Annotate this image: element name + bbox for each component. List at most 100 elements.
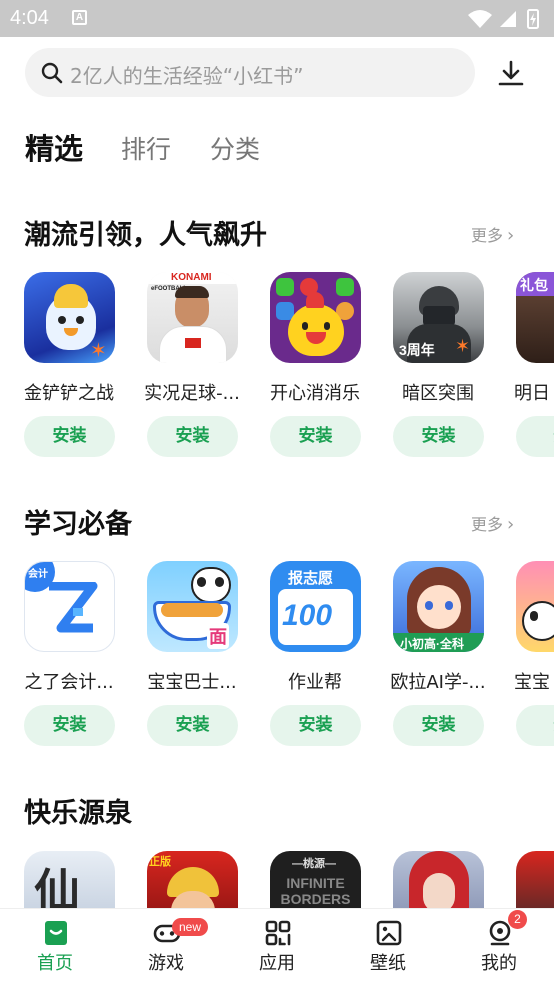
app-card[interactable]: 小初高·全科 欧拉AI学-... 安装 [390,561,503,751]
app-card[interactable]: KONAMI eFOOTBALL 实况足球-... 安装 [144,272,257,462]
install-button[interactable]: 安装 [147,705,238,746]
penguin-game-icon: ✶ [24,272,115,363]
notification-icon: A [72,10,87,25]
nav-profile[interactable]: 我的 [459,909,539,985]
partial-game-icon: 礼包 [516,272,554,363]
nav-home[interactable]: 首页 [15,909,95,985]
icon-text: 正版 [149,856,171,868]
section-title-fun: 快乐源泉 [24,798,132,829]
install-button[interactable]: 安 [516,416,554,457]
search-icon [41,62,63,84]
chick-puzzle-icon [270,272,361,363]
icon-text: 3周年 [399,342,435,358]
search-bar[interactable]: 2亿人的生活经验“小红书” [25,48,475,97]
app-name: 宝宝 [514,672,550,693]
nav-label: 我的 [481,953,517,974]
install-button[interactable]: 安装 [270,705,361,746]
section-title-study: 学习必备 [24,509,132,540]
panda-noodles-icon: 面 [147,561,238,652]
icon-text: 报志愿 [288,570,334,587]
more-link-study[interactable]: 更多 › [471,511,514,535]
icon-text: 仙 [34,865,80,908]
app-card[interactable]: 开心消消乐 安装 [270,272,380,462]
nav-label: 首页 [37,953,73,974]
app-row-fun: 仙 正版 —桃源— INFINITE BORDERS [0,851,554,908]
signal-icon [500,11,516,27]
app-card[interactable]: 3周年 ✶ 暗区突围 安装 [393,272,503,462]
icon-text: 面 [207,623,229,649]
app-name: 宝宝巴士... [147,672,237,693]
homework-100-icon: 报志愿 100 [270,561,361,652]
nav-label: 应用 [259,953,295,974]
red-hood-icon [393,851,484,908]
tab-ranking[interactable]: 排行 [121,130,171,166]
icon-text: 会计 [28,569,48,580]
app-card[interactable] [393,851,503,908]
install-button[interactable]: 安装 [270,416,361,457]
xian-game-icon: 仙 [24,851,115,908]
pirate-anime-icon: 正版 [147,851,238,908]
status-icons [468,9,539,29]
app-name: 作业帮 [288,672,342,693]
home-icon [45,921,67,945]
apps-grid-icon [265,920,291,946]
app-card[interactable]: ✶ 金铲铲之战 安装 [24,272,134,462]
app-name: 金铲铲之战 [24,383,114,404]
app-card[interactable]: 会计 之了会计... 安装 [24,561,134,751]
search-placeholder: 2亿人的生活经验“小红书” [70,64,304,88]
app-card[interactable]: 礼包 明日 安 [514,272,554,462]
install-button[interactable]: 安装 [24,705,115,746]
install-button[interactable]: 安装 [393,416,484,457]
app-card[interactable]: —桃源— INFINITE BORDERS [270,851,380,908]
status-time: 4:04 [10,7,49,29]
icon-text: —桃源— [292,858,336,870]
app-card[interactable]: 正版 [147,851,257,908]
app-name: 明日 [514,383,550,404]
more-label: 更多 [471,515,504,534]
racing-icon [516,851,554,908]
app-card[interactable]: 报志愿 100 作业帮 安装 [270,561,380,751]
app-card[interactable] [516,851,554,908]
nav-wallpaper[interactable]: 壁纸 [348,909,428,985]
wifi-icon [468,10,492,28]
install-button[interactable]: 安装 [393,705,484,746]
icon-text: INFINITE BORDERS [280,875,351,907]
app-card[interactable]: 面 宝宝巴士... 安装 [147,561,257,751]
icon-text: KONAMI [171,272,212,283]
app-card[interactable]: 宝宝 安 [514,561,554,751]
install-button[interactable]: 安 [516,705,554,746]
panda-kids-icon [516,561,554,652]
app-name: 欧拉AI学-... [390,672,486,693]
zhile-z-icon: 会计 [24,561,115,652]
soldier-icon: 3周年 ✶ [393,272,484,363]
app-card[interactable]: 仙 [24,851,134,908]
new-badge: new [172,918,209,936]
tab-category[interactable]: 分类 [210,130,260,166]
status-bar: 4:04 A [0,0,554,37]
chevron-right-icon: › [507,514,515,535]
icon-text: 小初高·全科 [400,637,464,651]
anime-girl-icon: 小初高·全科 [393,561,484,652]
app-name: 开心消消乐 [270,383,360,404]
notification-count-badge: 2 [508,910,527,929]
more-link-trending[interactable]: 更多 › [471,222,514,246]
nav-apps[interactable]: 应用 [237,909,317,985]
app-row-study: 会计 之了会计... 安装 面 宝宝巴士... 安装 报志愿 100 作业帮 安… [0,561,554,751]
more-label: 更多 [471,226,504,245]
install-button[interactable]: 安装 [24,416,115,457]
section-title-trending: 潮流引领，人气飙升 [24,220,267,251]
icon-text: 100 [282,599,333,632]
app-name: 实况足球-... [144,383,240,404]
install-button[interactable]: 安装 [147,416,238,457]
app-name: 暗区突围 [402,383,474,404]
tab-featured[interactable]: 精选 [25,126,83,168]
app-row-trending: ✶ 金铲铲之战 安装 KONAMI eFOOTBALL 实况足球-... 安装 [0,272,554,462]
app-name: 之了会计... [24,672,114,693]
infinite-borders-icon: —桃源— INFINITE BORDERS [270,851,361,908]
chevron-right-icon: › [507,225,515,246]
download-icon[interactable] [496,58,526,88]
nav-label: 游戏 [148,953,184,974]
icon-text: 礼包 [520,277,548,293]
nav-label: 壁纸 [370,953,406,974]
wallpaper-icon [376,920,402,946]
